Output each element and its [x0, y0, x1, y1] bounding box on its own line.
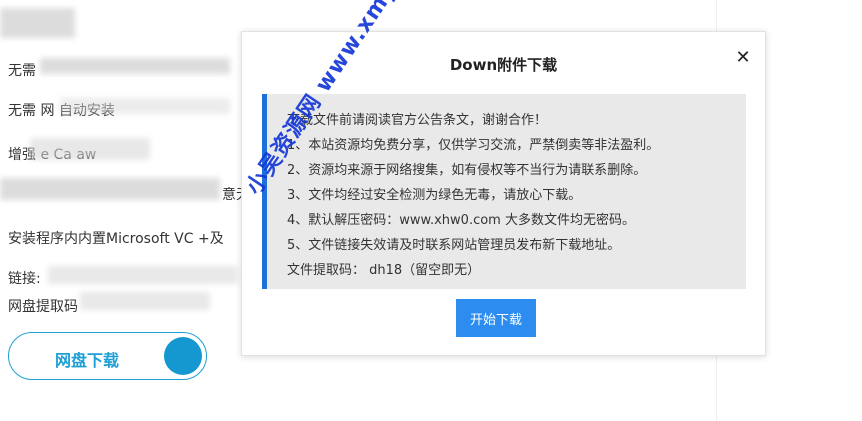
notice-line: 4、默认解压密码：www.xhw0.com 大多数文件均无密码。 — [287, 213, 635, 228]
article-line: 网盘提取码 — [8, 299, 78, 315]
blurred-text-block — [60, 98, 230, 114]
netdisk-download-label: 网盘下载 — [55, 351, 120, 370]
article-line: 无需 — [8, 63, 36, 79]
notice-line: 2、资源均来源于网络搜集，如有侵权等不当行为请联系删除。 — [287, 163, 647, 178]
blurred-text-block — [30, 138, 150, 160]
blurred-text-block — [0, 8, 75, 38]
blurred-text-block — [0, 178, 220, 200]
toggle-knob-icon — [164, 337, 202, 375]
close-icon[interactable]: ✕ — [733, 48, 753, 68]
download-notice: 下载文件前请阅读官方公告条文，谢谢合作！ 1、本站资源均免费分享，仅供学习交流，… — [262, 94, 746, 289]
extraction-code-line: 文件提取码： dh18（留空即无） — [287, 263, 481, 278]
notice-line: 5、文件链接失效请及时联系网站管理员发布新下载地址。 — [287, 238, 621, 253]
start-download-button[interactable]: 开始下载 — [456, 299, 536, 337]
notice-line: 下载文件前请阅读官方公告条文，谢谢合作！ — [287, 113, 548, 128]
blurred-text-block — [48, 266, 238, 284]
netdisk-download-button[interactable]: 网盘下载 — [8, 332, 207, 380]
article-line: 链接: — [8, 271, 41, 287]
blurred-text-block — [80, 292, 210, 310]
article-line: 安装程序内内置Microsoft VC +及 — [8, 231, 224, 247]
blurred-text-block — [40, 58, 230, 74]
notice-line: 1、本站资源均免费分享，仅供学习交流，严禁倒卖等非法盈利。 — [287, 138, 660, 153]
notice-line: 3、文件均经过安全检测为绿色无毒，请放心下载。 — [287, 188, 582, 203]
